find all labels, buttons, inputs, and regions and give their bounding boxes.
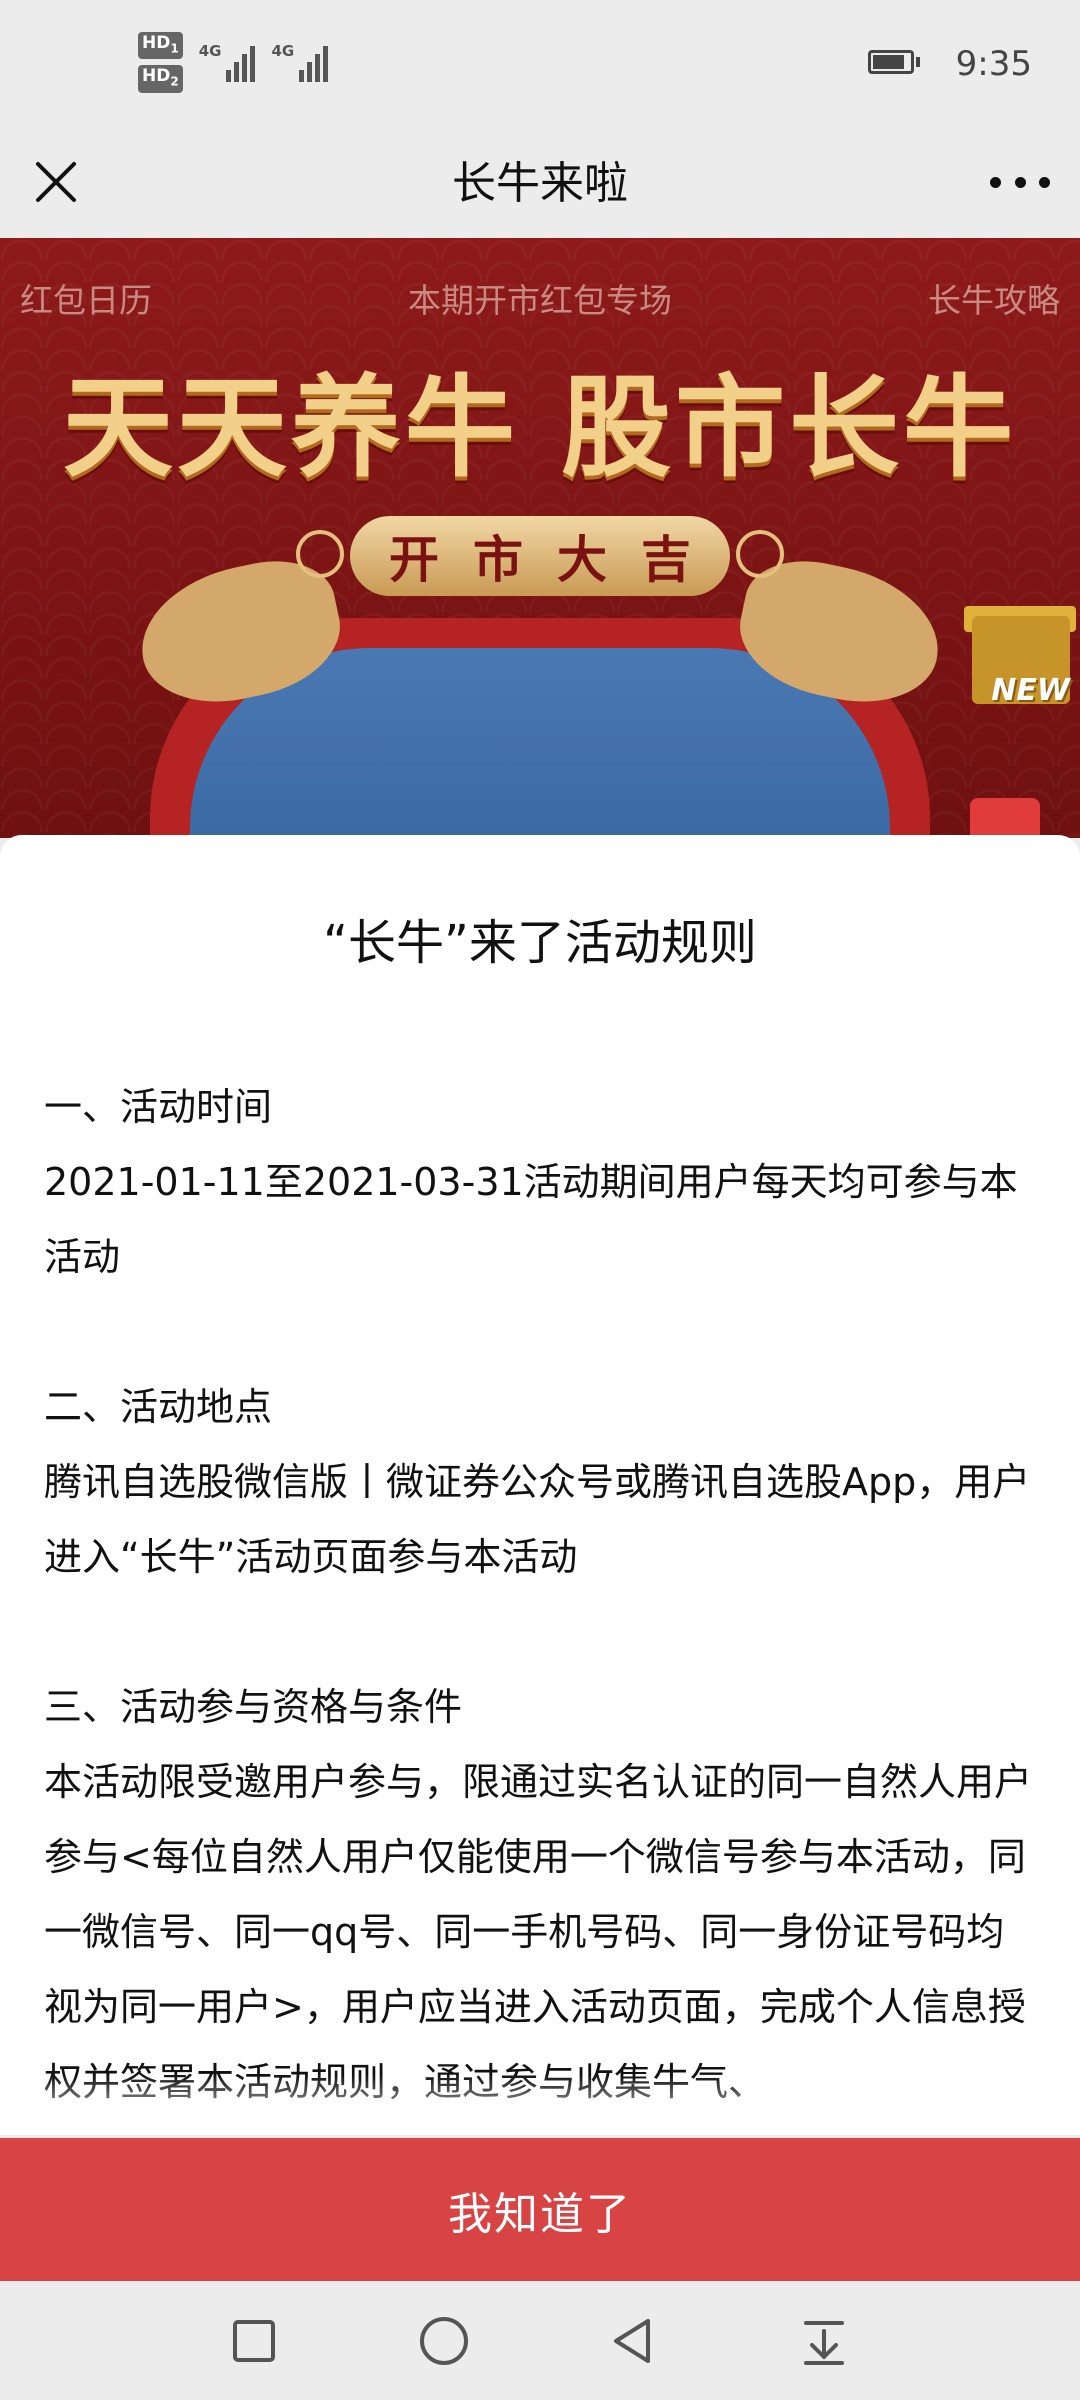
clock: 9:35 [955,44,1032,84]
back-button[interactable] [594,2301,674,2381]
rule-section: 一、活动时间 2021-01-11至2021-03-31活动期间用户每天均可参与… [44,1070,1040,1295]
coin-icon [296,530,344,578]
banner-ribbon: 开市大吉 [350,516,730,596]
rule-section: 三、活动参与资格与条件 本活动限受邀用户参与，限通过实名认证的同一自然人用户参与… [44,1670,1040,2120]
rule-body: 本活动限受邀用户参与，限通过实名认证的同一自然人用户参与<每位自然人用户仅能使用… [44,1760,1033,2104]
rule-heading: 二、活动地点 [44,1385,273,1429]
home-button[interactable] [404,2301,484,2381]
system-nav-bar [0,2281,1080,2400]
rule-heading: 一、活动时间 [44,1085,273,1129]
title-bar: 长牛来啦 [0,130,1080,238]
notification-pull-icon [804,2321,844,2365]
confirm-button[interactable]: 我知道了 [0,2138,1080,2281]
rule-section: 二、活动地点 腾讯自选股微信版丨微证券公众号或腾讯自选股App，用户进入“长牛”… [44,1370,1040,1595]
home-icon [420,2317,468,2365]
sim1-hd-badge: HD1 [138,32,183,60]
more-button[interactable] [990,160,1050,204]
rule-body: 腾讯自选股微信版丨微证券公众号或腾讯自选股App，用户进入“长牛”活动页面参与本… [44,1460,1031,1579]
banner-headline: 天天养牛 股市长牛 [62,363,1018,492]
signal-icon-1: 4G [199,42,256,83]
strategy-link[interactable]: 长牛攻略 [928,274,1060,322]
rule-body: 2021-01-11至2021-03-31活动期间用户每天均可参与本活动 [44,1160,1018,1279]
status-bar: HD1 HD2 4G 4G 9:35 [0,0,1080,130]
new-badge: NEW [991,673,1070,708]
gift-box-button[interactable]: NEW [954,598,1076,708]
red-envelope-icon[interactable] [970,798,1040,838]
activity-banner: 红包日历 本期开市红包专场 长牛攻略 天天养牛 股市长牛 开市大吉 NEW [0,238,1080,838]
red-packet-special-link[interactable]: 本期开市红包专场 [0,274,1080,322]
rule-heading: 三、活动参与资格与条件 [44,1685,463,1729]
notification-pull-button[interactable] [784,2301,864,2381]
sim2-hd-badge: HD2 [138,65,183,93]
recent-apps-icon [233,2320,275,2362]
modal-title: “长牛”来了活动规则 [323,915,757,971]
recent-apps-button[interactable] [214,2301,294,2381]
back-icon [614,2319,650,2363]
rules-modal: “长牛”来了活动规则 一、活动时间 2021-01-11至2021-03-31活… [0,835,1080,2135]
page-title: 长牛来啦 [452,158,628,209]
more-icon [990,176,1001,188]
sim-signal-group: HD1 HD2 4G 4G [138,32,329,93]
signal-icon-2: 4G [271,42,329,83]
rules-content: 一、活动时间 2021-01-11至2021-03-31活动期间用户每天均可参与… [44,1070,1040,2135]
battery-icon [868,50,920,74]
coin-icon [736,530,784,578]
